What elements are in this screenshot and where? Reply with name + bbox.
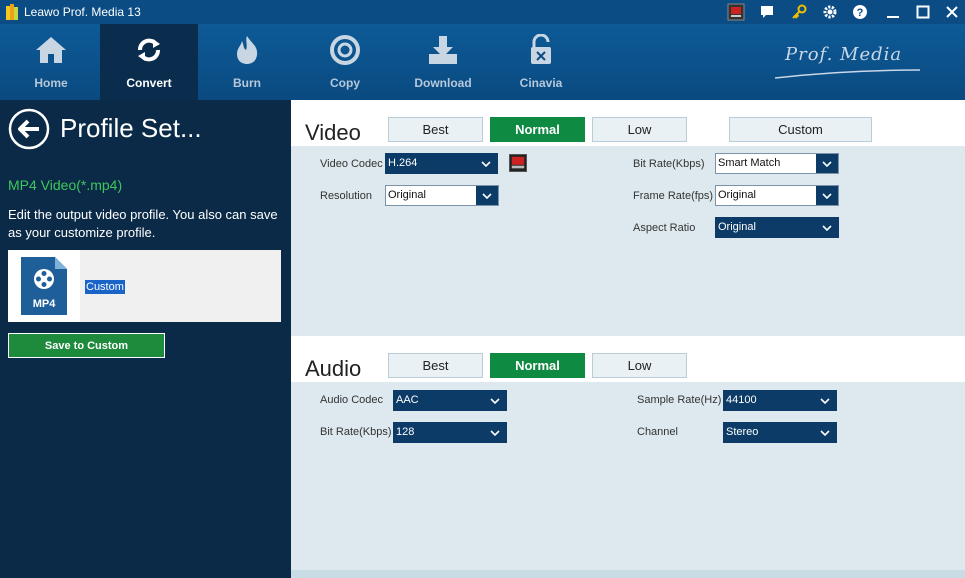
burn-icon: [237, 36, 258, 64]
chevron-down-icon: [816, 218, 838, 237]
cinavia-icon: [531, 34, 551, 64]
video-section-title: Video: [305, 120, 361, 145]
frame-rate-select[interactable]: Original: [715, 185, 839, 206]
settings-panel: Video Best Normal Low Custom Video Codec…: [291, 100, 965, 578]
settings-gear-icon[interactable]: [819, 2, 841, 22]
brand-text: Prof. Media: [785, 44, 903, 65]
sample-rate-label: Sample Rate(Hz): [637, 394, 722, 406]
audio-codec-select[interactable]: AAC: [393, 390, 507, 411]
chevron-down-icon: [475, 154, 497, 173]
mp4-file-icon: MP4: [21, 257, 67, 315]
profile-name-field[interactable]: Custom: [85, 280, 125, 294]
chevron-down-icon: [814, 423, 836, 442]
app-title: Leawo Prof. Media 13: [24, 5, 141, 19]
video-quality-normal-button[interactable]: Normal: [490, 117, 585, 142]
video-codec-label: Video Codec: [320, 158, 383, 170]
resolution-select[interactable]: Original: [385, 185, 499, 206]
nav-home[interactable]: Home: [2, 24, 100, 100]
save-to-custom-button[interactable]: Save to Custom: [8, 333, 165, 358]
video-codec-select[interactable]: H.264: [385, 153, 498, 174]
aspect-ratio-select[interactable]: Original: [715, 217, 839, 238]
nav-download[interactable]: Download: [394, 24, 492, 100]
profile-thumbnail: MP4: [8, 250, 80, 322]
audio-bitrate-value: 128: [396, 426, 415, 438]
resolution-value: Original: [388, 189, 426, 201]
svg-text:?: ?: [857, 7, 864, 19]
audio-bitrate-select[interactable]: 128: [393, 422, 507, 443]
nav-convert[interactable]: Convert: [100, 24, 198, 100]
maximize-icon[interactable]: [912, 2, 934, 22]
sample-rate-value: 44100: [726, 394, 757, 406]
audio-quality-normal-button[interactable]: Normal: [490, 353, 585, 378]
profile-description: Edit the output video profile. You also …: [8, 207, 278, 240]
chevron-down-icon: [814, 391, 836, 410]
brand-logo: Prof. Media: [775, 42, 925, 87]
video-codec-value: H.264: [388, 157, 418, 169]
close-icon[interactable]: [941, 2, 963, 22]
main-nav: Home Convert Burn Copy Download Cinavia …: [0, 24, 965, 100]
chevron-down-icon: [476, 186, 498, 205]
video-bitrate-select[interactable]: Smart Match: [715, 153, 839, 174]
brand-swoosh-icon: [775, 69, 920, 79]
channel-select[interactable]: Stereo: [723, 422, 837, 443]
video-bitrate-label: Bit Rate(Kbps): [633, 158, 705, 170]
video-bitrate-value: Smart Match: [718, 157, 781, 169]
aspect-ratio-label: Aspect Ratio: [633, 222, 696, 234]
convert-icon: [138, 38, 160, 62]
frame-rate-value: Original: [718, 189, 756, 201]
nav-home-label: Home: [34, 76, 68, 90]
resolution-label: Resolution: [320, 190, 372, 202]
frame-rate-label: Frame Rate(fps): [633, 190, 714, 202]
audio-section-header: Audio Best Normal Low: [291, 336, 965, 382]
channel-label: Channel: [637, 426, 678, 438]
app-logo-icon: [6, 4, 18, 20]
amd-acceleration-icon: [509, 154, 527, 172]
home-icon: [36, 37, 66, 63]
profile-card[interactable]: MP4 Custom: [8, 250, 281, 322]
title-bar: Leawo Prof. Media 13 ?: [0, 0, 965, 24]
key-icon[interactable]: [788, 2, 810, 22]
chevron-down-icon: [484, 391, 506, 410]
sample-rate-select[interactable]: 44100: [723, 390, 837, 411]
audio-bitrate-label: Bit Rate(Kbps): [320, 426, 392, 438]
nav-copy[interactable]: Copy: [296, 24, 394, 100]
feedback-icon[interactable]: [756, 2, 778, 22]
nav-burn-label: Burn: [233, 76, 261, 90]
copy-icon: [330, 35, 360, 65]
audio-codec-label: Audio Codec: [320, 394, 383, 406]
video-quality-custom-button[interactable]: Custom: [729, 117, 872, 142]
mp4-thumb-label: MP4: [33, 298, 57, 310]
chevron-down-icon: [484, 423, 506, 442]
nav-cinavia[interactable]: Cinavia: [492, 24, 590, 100]
chevron-down-icon: [816, 154, 838, 173]
audio-codec-value: AAC: [396, 394, 419, 406]
minimize-icon[interactable]: [882, 2, 904, 22]
nav-cinavia-label: Cinavia: [519, 76, 563, 90]
page-title: Profile Set...: [60, 113, 202, 143]
bottom-divider: [291, 570, 965, 578]
nav-copy-label: Copy: [330, 76, 360, 90]
audio-quality-best-button[interactable]: Best: [388, 353, 483, 378]
audio-section-title: Audio: [305, 356, 362, 381]
video-section-header: Video Best Normal Low Custom: [291, 100, 965, 146]
help-icon[interactable]: ?: [849, 2, 871, 22]
audio-quality-low-button[interactable]: Low: [592, 353, 687, 378]
back-arrow-icon[interactable]: [8, 108, 50, 150]
output-format-name: MP4 Video(*.mp4): [8, 177, 123, 193]
nav-burn[interactable]: Burn: [198, 24, 296, 100]
nav-download-label: Download: [414, 76, 472, 90]
chevron-down-icon: [816, 186, 838, 205]
video-quality-best-button[interactable]: Best: [388, 117, 483, 142]
amd-icon[interactable]: [725, 2, 747, 22]
aspect-ratio-value: Original: [718, 221, 756, 233]
download-icon: [429, 36, 457, 64]
profile-settings-panel: Profile Set... MP4 Video(*.mp4) Edit the…: [0, 100, 291, 578]
channel-value: Stereo: [726, 426, 759, 438]
nav-convert-label: Convert: [126, 76, 172, 90]
video-quality-low-button[interactable]: Low: [592, 117, 687, 142]
